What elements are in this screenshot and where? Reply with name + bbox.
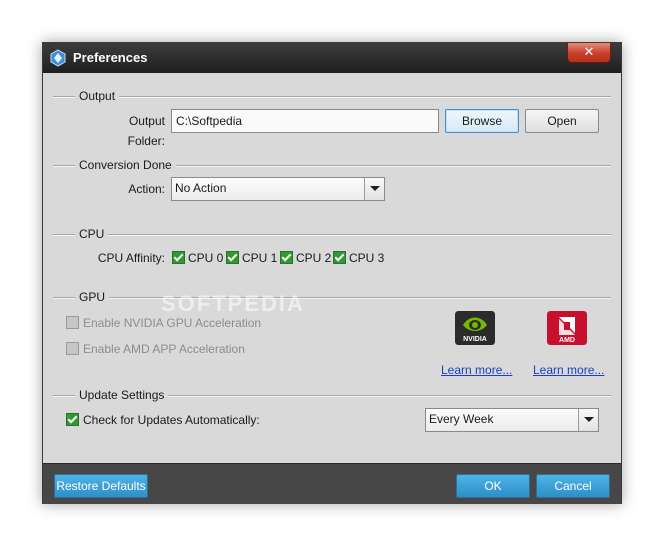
- action-selected-value: No Action: [175, 181, 227, 195]
- app-logo-icon: [50, 49, 66, 67]
- conversion-section-header: Conversion Done: [53, 158, 611, 172]
- close-button[interactable]: ✕: [567, 43, 611, 63]
- preferences-window: Preferences ✕ Output Output Folder: Brow…: [42, 42, 622, 504]
- conversion-heading: Conversion Done: [75, 158, 176, 172]
- auto-update-checkbox[interactable]: [66, 413, 79, 426]
- ok-button[interactable]: OK: [456, 474, 530, 498]
- cpu-1-checkbox[interactable]: [226, 251, 239, 264]
- nvidia-acceleration-label: Enable NVIDIA GPU Acceleration: [83, 316, 262, 330]
- open-button[interactable]: Open: [525, 109, 599, 133]
- browse-button[interactable]: Browse: [445, 109, 519, 133]
- nvidia-logo-text: NVIDIA: [463, 336, 487, 343]
- preferences-content: Output Output Folder: Browse Open Conver…: [43, 73, 621, 463]
- update-section-header: Update Settings: [53, 388, 611, 402]
- section-divider: [53, 234, 611, 236]
- cpu-1-label: CPU 1: [242, 251, 278, 265]
- amd-logo-text: AMD: [559, 337, 575, 344]
- update-frequency-dropdown[interactable]: Every Week: [425, 408, 599, 432]
- dialog-footer: Restore Defaults OK Cancel: [43, 463, 621, 504]
- output-folder-input[interactable]: [171, 109, 439, 133]
- gpu-section-header: GPU: [53, 290, 611, 304]
- amd-acceleration-checkbox: [66, 342, 79, 355]
- output-folder-label: Output Folder:: [127, 114, 165, 148]
- section-divider: [53, 96, 611, 98]
- amd-learn-more-link[interactable]: Learn more...: [533, 363, 604, 377]
- update-heading: Update Settings: [75, 388, 169, 402]
- cpu-heading: CPU: [75, 227, 109, 241]
- amd-logo-icon: AMD: [547, 311, 587, 345]
- action-label: Action:: [128, 182, 165, 196]
- auto-update-label: Check for Updates Automatically:: [83, 413, 260, 427]
- cpu-2-checkbox[interactable]: [280, 251, 293, 264]
- nvidia-logo-icon: NVIDIA: [455, 311, 495, 345]
- cpu-3-checkbox[interactable]: [333, 251, 346, 264]
- output-heading: Output: [75, 89, 120, 103]
- output-section-header: Output: [53, 89, 611, 103]
- update-frequency-value: Every Week: [429, 412, 494, 426]
- cpu-0-checkbox[interactable]: [172, 251, 185, 264]
- cpu-affinity-label: CPU Affinity:: [97, 251, 165, 265]
- nvidia-acceleration-checkbox: [66, 316, 79, 329]
- nvidia-learn-more-link[interactable]: Learn more...: [441, 363, 512, 377]
- chevron-down-icon[interactable]: [578, 409, 598, 431]
- title-bar[interactable]: Preferences ✕: [43, 43, 621, 73]
- cancel-button[interactable]: Cancel: [536, 474, 610, 498]
- chevron-down-icon[interactable]: [364, 178, 384, 200]
- cpu-3-label: CPU 3: [349, 251, 385, 265]
- cpu-section-header: CPU: [53, 227, 611, 241]
- amd-acceleration-label: Enable AMD APP Acceleration: [83, 342, 245, 356]
- cpu-2-label: CPU 2: [296, 251, 332, 265]
- cpu-0-label: CPU 0: [188, 251, 224, 265]
- gpu-heading: GPU: [75, 290, 110, 304]
- section-divider: [53, 297, 611, 299]
- window-title: Preferences: [73, 50, 148, 65]
- restore-defaults-button[interactable]: Restore Defaults: [54, 474, 148, 498]
- action-dropdown[interactable]: No Action: [171, 177, 385, 201]
